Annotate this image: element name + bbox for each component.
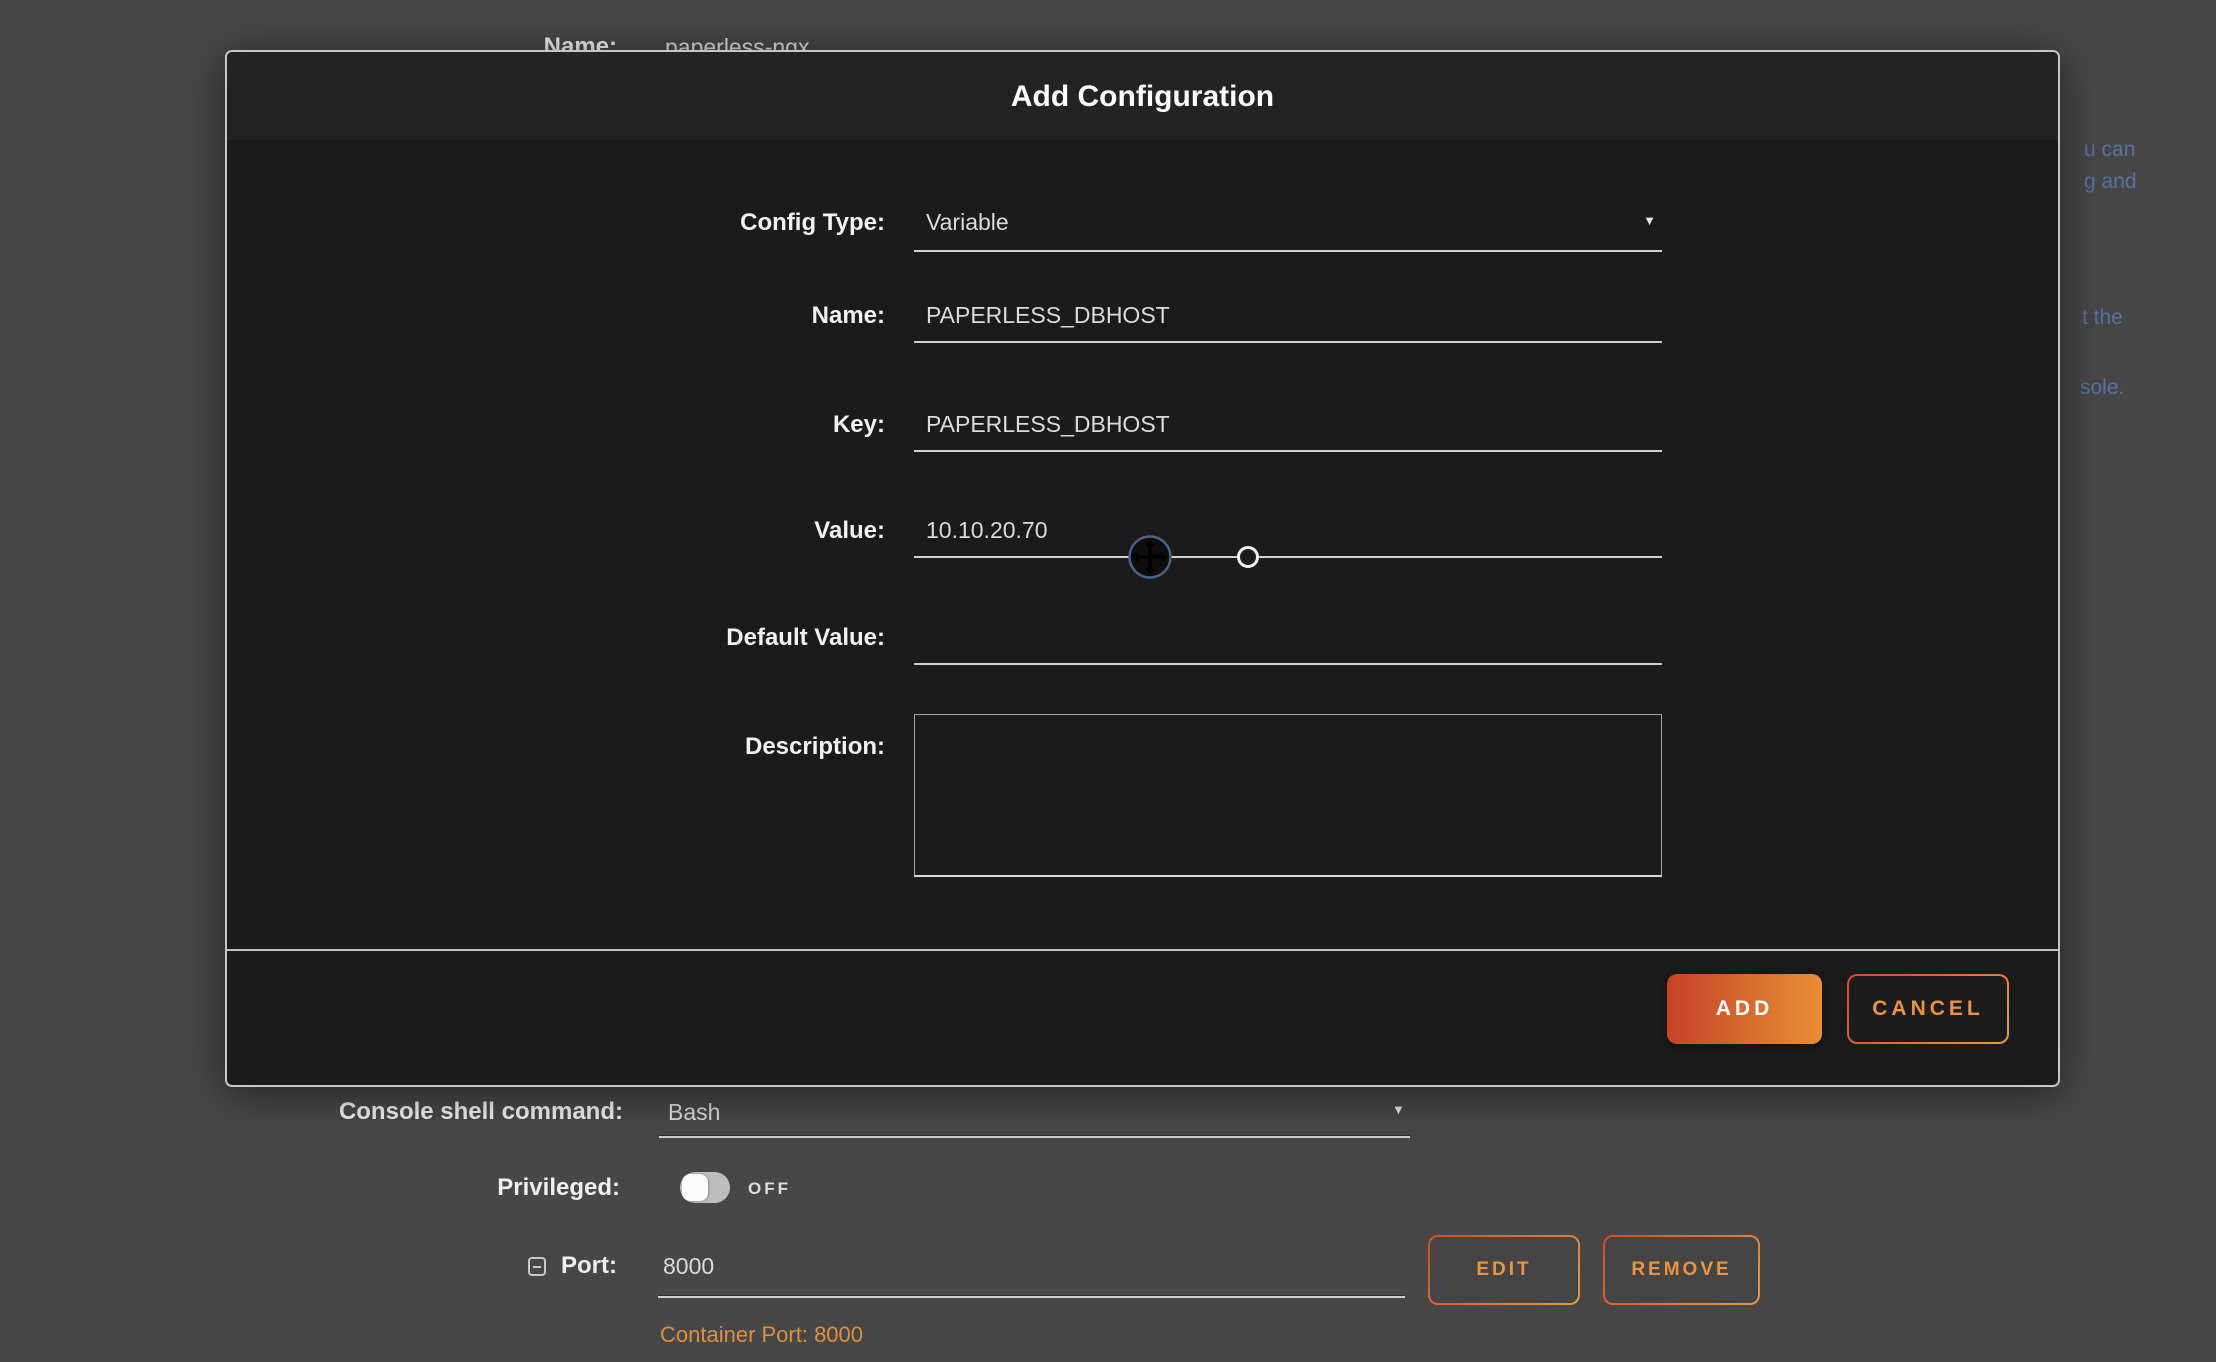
remove-button[interactable]: REMOVE xyxy=(1603,1235,1760,1305)
container-port-subtext: Container Port: 8000 xyxy=(660,1322,863,1348)
value-input[interactable] xyxy=(914,517,1662,558)
add-button-label: ADD xyxy=(1716,997,1774,1021)
console-shell-underline xyxy=(659,1136,1410,1138)
description-textarea[interactable] xyxy=(914,714,1662,877)
dialog-title: Add Configuration xyxy=(227,80,2058,114)
value-label: Value: xyxy=(427,517,885,545)
dialog-header: Add Configuration xyxy=(227,52,2058,140)
toggle-knob xyxy=(682,1174,708,1201)
remove-button-label: REMOVE xyxy=(1605,1237,1758,1303)
port-underline xyxy=(658,1296,1405,1298)
screen: Name: paperless-ngx u can g and t the so… xyxy=(0,0,2216,1362)
console-shell-label: Console shell command: xyxy=(250,1098,623,1126)
privileged-state: OFF xyxy=(748,1179,791,1199)
footer-divider xyxy=(227,949,2058,951)
edit-button-label: EDIT xyxy=(1430,1237,1578,1303)
privileged-label: Privileged: xyxy=(300,1174,620,1202)
move-cursor-icon xyxy=(1127,534,1173,580)
default-value-input[interactable] xyxy=(914,624,1662,665)
help-fragment: g and xyxy=(2084,170,2137,194)
key-label: Key: xyxy=(427,411,885,439)
key-input[interactable] xyxy=(914,411,1662,452)
port-label: Port: xyxy=(400,1252,617,1280)
chevron-down-icon[interactable]: ▼ xyxy=(1392,1102,1405,1117)
config-type-value: Variable xyxy=(926,209,1009,236)
help-fragment: sole. xyxy=(2080,376,2124,400)
add-button[interactable]: ADD xyxy=(1667,974,1822,1044)
name-input[interactable] xyxy=(914,302,1662,343)
config-type-select[interactable]: Variable ▼ xyxy=(914,209,1662,252)
cancel-button[interactable]: CANCEL xyxy=(1847,974,2009,1044)
name-label: Name: xyxy=(427,302,885,330)
config-type-label: Config Type: xyxy=(427,209,885,237)
description-label: Description: xyxy=(427,733,885,761)
chevron-down-icon: ▼ xyxy=(1643,213,1656,228)
console-shell-value[interactable]: Bash xyxy=(668,1099,720,1126)
cancel-button-label: CANCEL xyxy=(1849,976,2007,1042)
drop-target-ring-icon xyxy=(1237,546,1259,568)
privileged-toggle[interactable] xyxy=(680,1172,730,1203)
edit-button[interactable]: EDIT xyxy=(1428,1235,1580,1305)
help-fragment: t the xyxy=(2082,306,2123,330)
port-value[interactable]: 8000 xyxy=(663,1253,714,1280)
help-fragment: u can xyxy=(2084,138,2135,162)
default-value-label: Default Value: xyxy=(427,624,885,652)
